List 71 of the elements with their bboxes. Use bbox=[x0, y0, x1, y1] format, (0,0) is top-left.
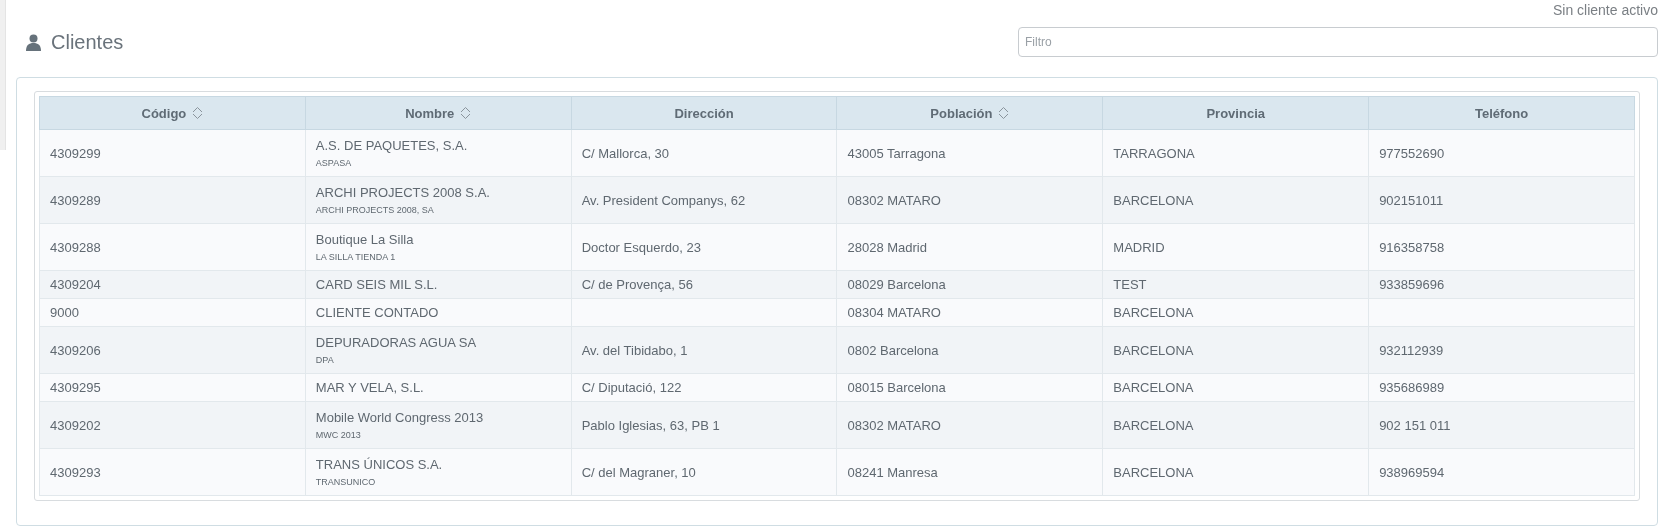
table-cell: BARCELONA bbox=[1113, 464, 1194, 480]
table-cell: C/ de Provença, 56 bbox=[581, 277, 693, 292]
table-cell: 935686989 bbox=[1379, 380, 1445, 395]
column-header: Dirección bbox=[571, 96, 837, 130]
table-cell: Pablo Iglesias, 63, PB 1 bbox=[581, 417, 720, 433]
table-cell: 902151011 bbox=[1379, 192, 1444, 208]
table-cell: 4309204 bbox=[50, 277, 101, 292]
table-cell: C/ del Magraner, 10 bbox=[581, 464, 696, 480]
table-cell: 0802 Barcelona bbox=[847, 342, 939, 358]
client-name: A.S. DE PAQUETES, S.A. bbox=[315, 138, 469, 153]
table-cell: BARCELONA bbox=[1113, 305, 1194, 320]
client-name: DEPURADORAS AGUA SA bbox=[315, 335, 478, 350]
client-alias: DPA bbox=[315, 355, 335, 365]
table-cell: BARCELONA bbox=[1113, 192, 1194, 208]
table-cell: C/ Diputació, 122 bbox=[581, 380, 682, 395]
client-alias: TRANSUNICO bbox=[315, 477, 377, 487]
table-cell: 43005 Tarragona bbox=[847, 145, 946, 161]
table-cell: 4309289 bbox=[50, 192, 101, 208]
column-header[interactable]: Población bbox=[837, 96, 1103, 130]
table-cell: 08302 MATARO bbox=[847, 417, 941, 433]
table-cell: 08029 Barcelona bbox=[847, 277, 946, 292]
table-cell: 9000 bbox=[50, 305, 79, 320]
table-cell: BARCELONA bbox=[1113, 380, 1194, 395]
table-cell: Av. del Tibidabo, 1 bbox=[581, 342, 688, 358]
client-alias: MWC 2013 bbox=[315, 430, 362, 440]
column-header[interactable]: Nombre bbox=[305, 96, 572, 130]
client-name: Mobile World Congress 2013 bbox=[315, 410, 485, 425]
sort-icon[interactable] bbox=[192, 106, 204, 120]
client-name: ARCHI PROJECTS 2008 S.A. bbox=[315, 185, 491, 200]
table-cell: C/ Mallorca, 30 bbox=[581, 145, 670, 161]
client-alias: LA SILLA TIENDA 1 bbox=[315, 252, 397, 262]
client-alias: ASPASA bbox=[315, 158, 353, 168]
table-cell: Doctor Esquerdo, 23 bbox=[581, 239, 701, 255]
client-name: MAR Y VELA, S.L. bbox=[315, 380, 425, 395]
table-cell: 4309202 bbox=[50, 417, 101, 433]
table-cell: 933859696 bbox=[1379, 277, 1445, 292]
column-header: Provincia bbox=[1102, 96, 1369, 130]
table-cell: BARCELONA bbox=[1113, 342, 1194, 358]
table-cell: 4309293 bbox=[50, 464, 101, 480]
table-cell: 932112939 bbox=[1379, 342, 1444, 358]
column-header[interactable]: Código bbox=[39, 96, 306, 130]
table-cell: 916358758 bbox=[1379, 239, 1445, 255]
table-cell: MADRID bbox=[1113, 239, 1165, 255]
table-cell: Av. President Companys, 62 bbox=[581, 192, 746, 208]
table-cell: 4309288 bbox=[50, 239, 101, 255]
table-cell: BARCELONA bbox=[1113, 417, 1194, 433]
client-alias: ARCHI PROJECTS 2008, SA bbox=[315, 205, 435, 215]
table-cell: TARRAGONA bbox=[1113, 145, 1195, 161]
table-cell: 4309206 bbox=[50, 342, 101, 358]
active-client-status: Sin cliente activo bbox=[1552, 2, 1658, 18]
table-cell: 938969594 bbox=[1379, 464, 1445, 480]
client-name: CLIENTE CONTADO bbox=[315, 305, 440, 320]
page-title: Clientes bbox=[51, 30, 124, 54]
table-cell: 08241 Manresa bbox=[847, 464, 938, 480]
table-cell: 28028 Madrid bbox=[847, 239, 927, 255]
table-cell: 902 151 011 bbox=[1379, 417, 1451, 433]
table-cell: 08302 MATARO bbox=[847, 192, 941, 208]
table-cell: 977552690 bbox=[1379, 145, 1445, 161]
client-name: CARD SEIS MIL S.L. bbox=[315, 277, 439, 292]
sort-icon[interactable] bbox=[460, 106, 472, 120]
filter-field[interactable]: Filtro bbox=[1018, 27, 1658, 57]
column-header: Teléfono bbox=[1368, 96, 1635, 130]
table-cell: TEST bbox=[1113, 277, 1147, 292]
table-cell: 4309295 bbox=[50, 380, 101, 395]
client-name: Boutique La Silla bbox=[315, 232, 415, 247]
table-cell: 4309299 bbox=[50, 145, 101, 161]
table-cell: 08304 MATARO bbox=[847, 305, 941, 320]
user-icon bbox=[26, 33, 41, 51]
client-name: TRANS ÚNICOS S.A. bbox=[315, 457, 444, 472]
sort-icon[interactable] bbox=[998, 106, 1010, 120]
table-cell: 08015 Barcelona bbox=[847, 380, 946, 395]
